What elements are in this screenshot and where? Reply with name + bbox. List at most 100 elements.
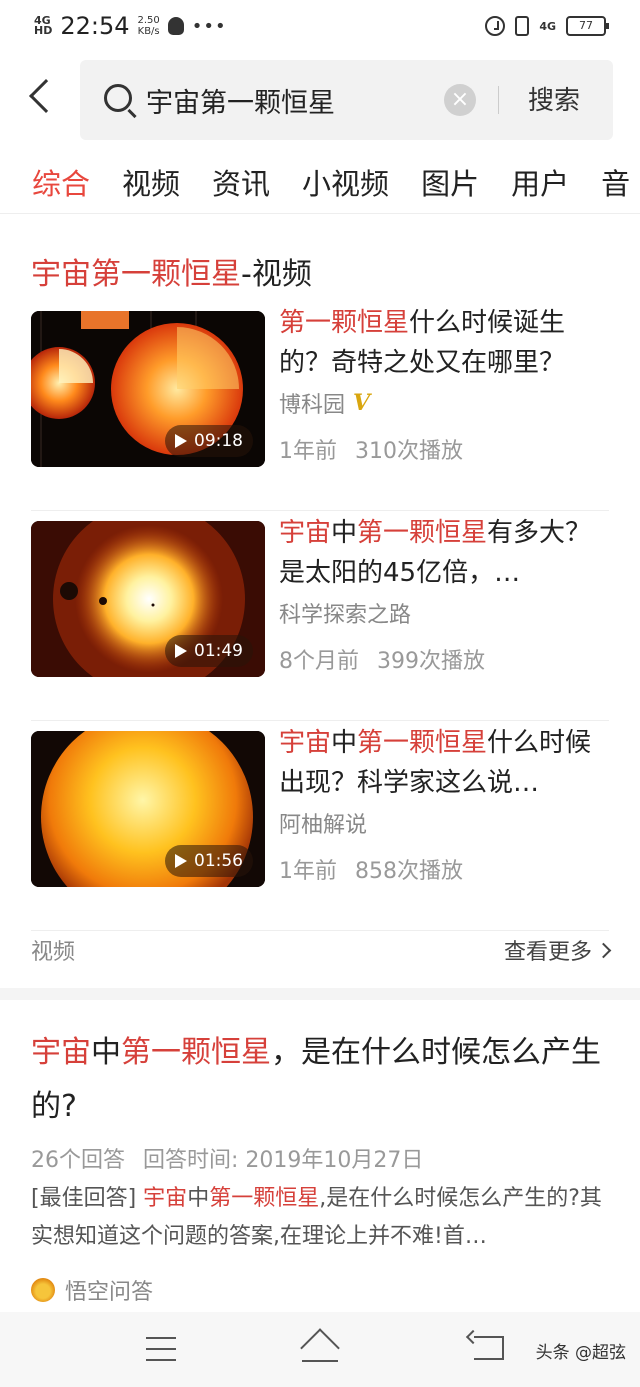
source-name: 悟空问答 xyxy=(65,1280,154,1305)
more-notifications-icon: ••• xyxy=(191,15,227,37)
category-tabs: 综合 视频 资讯 小视频 图片 用户 音 xyxy=(0,150,640,214)
qa-title[interactable]: 宇宙中第一颗恒星，是在什么时候怎么产生的? xyxy=(31,1026,609,1134)
video-results-card: 宇宙第一颗恒星-视频 09:18 第一颗恒星什么时候诞生的？奇特之处又在哪里？ … xyxy=(0,215,640,988)
chevron-right-icon xyxy=(595,942,612,958)
menu-icon[interactable] xyxy=(146,1337,176,1361)
title-text: 中 xyxy=(331,728,358,758)
tab-all[interactable]: 综合 xyxy=(32,161,90,203)
home-base xyxy=(302,1360,338,1362)
video-plays: 310次播放 xyxy=(355,439,463,464)
network-speed: 2.50 KB/s xyxy=(138,15,160,37)
video-duration: 01:56 xyxy=(165,845,253,877)
section-title[interactable]: 宇宙第一颗恒星-视频 xyxy=(31,249,312,293)
clear-icon[interactable]: × xyxy=(444,84,476,116)
video-thumbnail[interactable]: 09:18 xyxy=(31,311,265,467)
see-more-label: 查看更多 xyxy=(503,940,592,965)
video-author[interactable]: 博科园 V xyxy=(279,387,609,419)
author-name: 博科园 xyxy=(279,393,346,418)
network-4g-label: 4G xyxy=(539,19,556,33)
search-button[interactable]: 搜索 xyxy=(528,80,580,117)
video-age: 1年前 xyxy=(279,859,337,884)
qa-result-card[interactable]: 宇宙中第一颗恒星，是在什么时候怎么产生的? 26个回答 回答时间: 2019年10… xyxy=(0,1000,640,1310)
qa-meta: 26个回答 回答时间: 2019年10月27日 xyxy=(31,1142,423,1174)
author-name: 阿柚解说 xyxy=(279,813,368,838)
play-icon xyxy=(175,644,187,658)
snippet-text: 中 xyxy=(187,1186,210,1211)
video-meta: 1年前 310次播放 xyxy=(279,433,609,465)
answer-count: 26个回答 xyxy=(31,1148,125,1173)
see-more-link[interactable]: 查看更多 xyxy=(503,934,612,966)
status-left: 4G HD 22:54 2.50 KB/s ••• xyxy=(34,12,227,40)
snippet-highlight: 第一颗恒星 xyxy=(209,1186,320,1211)
search-icon xyxy=(104,84,132,112)
home-icon[interactable] xyxy=(300,1328,340,1368)
status-right: 4G 77 xyxy=(485,16,609,36)
video-title[interactable]: 宇宙中第一颗恒星有多大？是太阳的45亿倍，… xyxy=(279,513,609,593)
search-box[interactable]: × 搜索 xyxy=(80,60,613,140)
duration-text: 09:18 xyxy=(194,431,243,451)
duration-text: 01:56 xyxy=(194,851,243,871)
play-icon xyxy=(175,854,187,868)
tab-music[interactable]: 音 xyxy=(601,161,630,203)
play-icon xyxy=(175,434,187,448)
title-highlight: 宇宙 xyxy=(279,518,332,548)
qa-snippet: [最佳回答] 宇宙中第一颗恒星,是在什么时候怎么产生的?其实想知道这个问题的答案… xyxy=(31,1180,609,1256)
qq-icon xyxy=(167,17,184,35)
video-meta: 8个月前 399次播放 xyxy=(279,643,609,675)
title-highlight: 第一颗恒星 xyxy=(357,518,488,548)
search-header: × 搜索 xyxy=(0,60,640,140)
snippet-highlight: 宇宙 xyxy=(143,1186,188,1211)
wukong-logo-icon xyxy=(31,1278,55,1302)
verified-badge-icon: V xyxy=(353,390,371,416)
video-item[interactable]: 01:56 宇宙中第一颗恒星什么时候出现？科学家这么说… 阿柚解说 1年前 858… xyxy=(31,728,609,931)
tab-users[interactable]: 用户 xyxy=(511,161,569,203)
qa-source[interactable]: 悟空问答 xyxy=(31,1274,153,1306)
section-title-highlight: 宇宙第一颗恒星 xyxy=(31,257,241,292)
alarm-icon xyxy=(485,16,506,36)
video-info: 第一颗恒星什么时候诞生的？奇特之处又在哪里？ 博科园 V 1年前 310次播放 xyxy=(279,303,609,465)
title-highlight: 宇宙 xyxy=(279,728,332,758)
title-highlight: 第一颗恒星 xyxy=(121,1035,271,1070)
video-thumbnail[interactable]: 01:56 xyxy=(31,731,265,887)
clock: 22:54 xyxy=(60,12,130,40)
video-info: 宇宙中第一颗恒星有多大？是太阳的45亿倍，… 科学探索之路 8个月前 399次播放 xyxy=(279,513,609,675)
video-card-footer: 视频 查看更多 xyxy=(31,933,612,967)
search-input[interactable] xyxy=(146,78,436,122)
video-duration: 09:18 xyxy=(165,425,253,457)
speed-unit: KB/s xyxy=(137,26,160,37)
tab-short-video[interactable]: 小视频 xyxy=(302,161,389,203)
vibrate-icon xyxy=(515,16,530,36)
back-icon[interactable] xyxy=(29,79,63,113)
duration-text: 01:49 xyxy=(194,641,243,661)
speed-value: 2.50 xyxy=(137,15,160,26)
video-duration: 01:49 xyxy=(165,635,253,667)
watermark: 头条 @超弦 xyxy=(535,1343,626,1363)
network-sub-label: HD xyxy=(34,24,53,37)
video-title[interactable]: 第一颗恒星什么时候诞生的？奇特之处又在哪里？ xyxy=(279,303,609,383)
status-bar: 4G HD 22:54 2.50 KB/s ••• 4G 77 xyxy=(0,0,640,52)
title-highlight: 第一颗恒星 xyxy=(279,308,410,338)
system-nav-bar: 头条 @超弦 xyxy=(0,1312,640,1387)
section-title-suffix: -视频 xyxy=(241,257,312,292)
section-gap xyxy=(0,988,640,1000)
video-item[interactable]: 01:49 宇宙中第一颗恒星有多大？是太阳的45亿倍，… 科学探索之路 8个月前… xyxy=(31,518,609,721)
video-info: 宇宙中第一颗恒星什么时候出现？科学家这么说… 阿柚解说 1年前 858次播放 xyxy=(279,723,609,885)
video-author[interactable]: 科学探索之路 xyxy=(279,597,609,629)
video-plays: 858次播放 xyxy=(355,859,463,884)
tab-images[interactable]: 图片 xyxy=(421,161,479,203)
author-name: 科学探索之路 xyxy=(279,603,412,628)
back-nav-icon[interactable] xyxy=(474,1336,504,1360)
answer-time: 回答时间: 2019年10月27日 xyxy=(143,1148,424,1173)
tab-news[interactable]: 资讯 xyxy=(212,161,270,203)
video-title[interactable]: 宇宙中第一颗恒星什么时候出现？科学家这么说… xyxy=(279,723,609,803)
tab-video[interactable]: 视频 xyxy=(122,161,180,203)
snippet-text: [最佳回答] xyxy=(31,1186,144,1211)
video-age: 1年前 xyxy=(279,439,337,464)
video-author[interactable]: 阿柚解说 xyxy=(279,807,609,839)
battery-icon: 77 xyxy=(566,16,609,36)
video-item[interactable]: 09:18 第一颗恒星什么时候诞生的？奇特之处又在哪里？ 博科园 V 1年前 31… xyxy=(31,308,609,511)
title-highlight: 第一颗恒星 xyxy=(357,728,488,758)
title-text: 中 xyxy=(331,518,358,548)
video-plays: 399次播放 xyxy=(377,649,485,674)
video-thumbnail[interactable]: 01:49 xyxy=(31,521,265,677)
